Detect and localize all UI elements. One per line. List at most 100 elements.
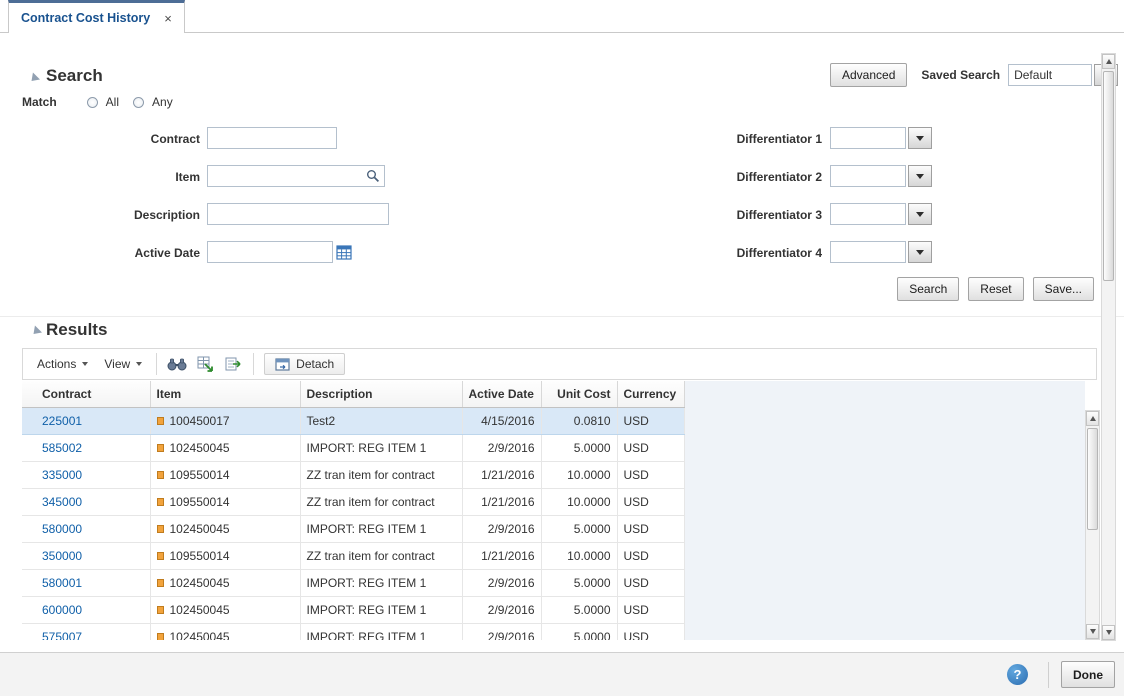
- search-collapse-icon[interactable]: [28, 72, 40, 84]
- page-scrollbar[interactable]: [1101, 53, 1116, 641]
- tab-close-icon[interactable]: ×: [164, 12, 172, 25]
- table-row[interactable]: 345000109550014ZZ tran item for contract…: [22, 488, 684, 515]
- differentiator-4-input[interactable]: [830, 241, 906, 263]
- footer-bar: ? Done: [0, 652, 1124, 696]
- results-collapse-icon[interactable]: [30, 325, 42, 337]
- detach-label: Detach: [296, 357, 334, 371]
- differentiator-1-dropdown-button[interactable]: [908, 127, 932, 149]
- contract-link[interactable]: 580001: [42, 576, 82, 590]
- unit-cost-cell: 0.0810: [541, 407, 617, 434]
- description-cell: IMPORT: REG ITEM 1: [300, 434, 462, 461]
- page-scroll-up-button[interactable]: [1102, 54, 1115, 69]
- item-icon: [157, 471, 164, 479]
- description-cell: IMPORT: REG ITEM 1: [300, 569, 462, 596]
- unit-cost-cell: 5.0000: [541, 515, 617, 542]
- chevron-down-icon: [136, 362, 142, 366]
- active-date-cell: 2/9/2016: [462, 569, 541, 596]
- differentiator-4-label: Differentiator 4: [672, 246, 822, 260]
- currency-cell: USD: [617, 461, 684, 488]
- contract-link[interactable]: 350000: [42, 549, 82, 563]
- contract-link[interactable]: 345000: [42, 495, 82, 509]
- table-row[interactable]: 600000102450045IMPORT: REG ITEM 12/9/201…: [22, 596, 684, 623]
- contract-cell: 350000: [22, 542, 150, 569]
- differentiator-3-dropdown-button[interactable]: [908, 203, 932, 225]
- contract-link[interactable]: 600000: [42, 603, 82, 617]
- table-row[interactable]: 585002102450045IMPORT: REG ITEM 12/9/201…: [22, 434, 684, 461]
- view-menu-label: View: [104, 357, 130, 371]
- chevron-down-icon: [916, 212, 924, 217]
- differentiator-1-input[interactable]: [830, 127, 906, 149]
- active-date-field-label: Active Date: [80, 246, 200, 260]
- table-scrollbar[interactable]: [1085, 410, 1100, 640]
- item-search-icon[interactable]: [362, 166, 384, 186]
- table-row[interactable]: 580000102450045IMPORT: REG ITEM 12/9/201…: [22, 515, 684, 542]
- contract-link[interactable]: 335000: [42, 468, 82, 482]
- search-button[interactable]: Search: [897, 277, 959, 301]
- item-cell: 109550014: [150, 461, 300, 488]
- table-row[interactable]: 350000109550014ZZ tran item for contract…: [22, 542, 684, 569]
- done-button[interactable]: Done: [1061, 661, 1115, 688]
- contract-input[interactable]: [207, 127, 337, 149]
- active-date-cell: 4/15/2016: [462, 407, 541, 434]
- differentiator-4-combo: [830, 241, 932, 263]
- contract-link[interactable]: 585002: [42, 441, 82, 455]
- export-icon[interactable]: [219, 352, 247, 376]
- help-icon[interactable]: ?: [1007, 664, 1028, 685]
- item-cell: 100450017: [150, 407, 300, 434]
- item-input[interactable]: [208, 166, 362, 186]
- chevron-down-icon: [82, 362, 88, 366]
- calendar-icon[interactable]: [334, 242, 354, 262]
- item-icon: [157, 606, 164, 614]
- differentiator-4-dropdown-button[interactable]: [908, 241, 932, 263]
- active-date-input[interactable]: [207, 241, 333, 263]
- results-section-title: Results: [46, 320, 107, 340]
- tab-contract-cost-history[interactable]: Contract Cost History ×: [8, 0, 185, 33]
- contract-link[interactable]: 575007: [42, 630, 82, 641]
- contract-link[interactable]: 580000: [42, 522, 82, 536]
- contract-cell: 335000: [22, 461, 150, 488]
- table-row[interactable]: 580001102450045IMPORT: REG ITEM 12/9/201…: [22, 569, 684, 596]
- export-to-excel-icon[interactable]: [191, 352, 219, 376]
- arrow-down-icon: [1106, 630, 1112, 635]
- differentiator-2-input[interactable]: [830, 165, 906, 187]
- table-scrollbar-thumb[interactable]: [1087, 428, 1098, 530]
- table-scroll-up-button[interactable]: [1086, 411, 1099, 426]
- currency-cell: USD: [617, 488, 684, 515]
- table-row[interactable]: 225001100450017Test24/15/20160.0810USD: [22, 407, 684, 434]
- contract-field-label: Contract: [80, 132, 200, 146]
- table-scroll-down-button[interactable]: [1086, 624, 1099, 639]
- differentiator-2-dropdown-button[interactable]: [908, 165, 932, 187]
- page-scroll-down-button[interactable]: [1102, 625, 1115, 640]
- contract-link[interactable]: 225001: [42, 414, 82, 428]
- table-row[interactable]: 335000109550014ZZ tran item for contract…: [22, 461, 684, 488]
- actions-menu-button[interactable]: Actions: [29, 353, 96, 375]
- active-date-cell: 2/9/2016: [462, 434, 541, 461]
- description-cell: Test2: [300, 407, 462, 434]
- column-header-currency[interactable]: Currency: [617, 381, 684, 407]
- detach-button[interactable]: Detach: [264, 353, 345, 375]
- saved-search-value[interactable]: Default: [1008, 64, 1092, 86]
- differentiator-2-label: Differentiator 2: [672, 170, 822, 184]
- active-date-cell: 2/9/2016: [462, 515, 541, 542]
- arrow-up-icon: [1090, 416, 1096, 421]
- currency-cell: USD: [617, 515, 684, 542]
- query-by-example-icon[interactable]: [163, 352, 191, 376]
- match-all-radio[interactable]: [87, 97, 98, 108]
- match-any-radio[interactable]: [133, 97, 144, 108]
- save-button[interactable]: Save...: [1033, 277, 1094, 301]
- advanced-button[interactable]: Advanced: [830, 63, 907, 87]
- item-cell: 102450045: [150, 623, 300, 640]
- table-row[interactable]: 575007102450045IMPORT: REG ITEM 12/9/201…: [22, 623, 684, 640]
- column-header-contract[interactable]: Contract: [22, 381, 150, 407]
- item-icon: [157, 444, 164, 452]
- description-input[interactable]: [207, 203, 389, 225]
- view-menu-button[interactable]: View: [96, 353, 150, 375]
- unit-cost-cell: 5.0000: [541, 623, 617, 640]
- reset-button[interactable]: Reset: [968, 277, 1023, 301]
- column-header-active-date[interactable]: Active Date: [462, 381, 541, 407]
- column-header-unit-cost[interactable]: Unit Cost: [541, 381, 617, 407]
- differentiator-3-input[interactable]: [830, 203, 906, 225]
- page-scrollbar-thumb[interactable]: [1103, 71, 1114, 281]
- column-header-description[interactable]: Description: [300, 381, 462, 407]
- column-header-item[interactable]: Item: [150, 381, 300, 407]
